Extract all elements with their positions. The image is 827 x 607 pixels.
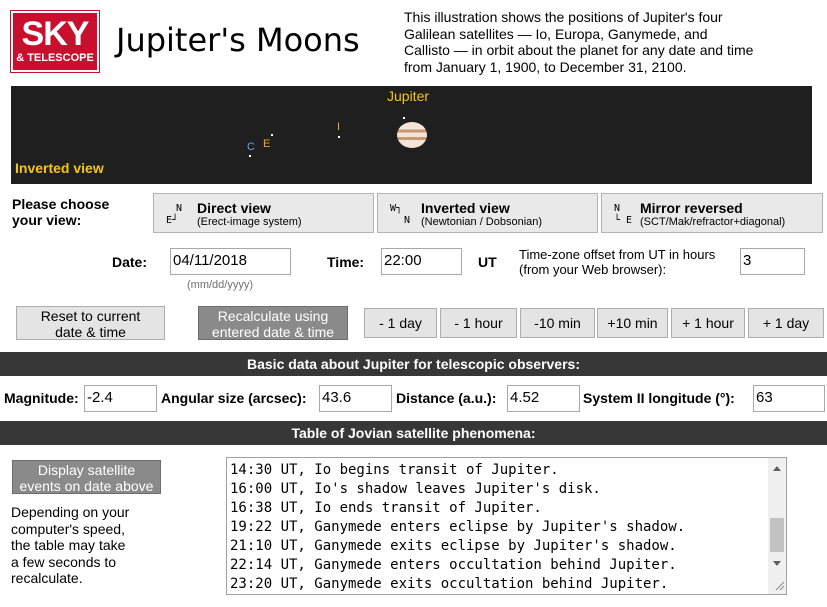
reset-button-line: date & time: [55, 324, 126, 340]
event-line: 22:14 UT, Ganymede enters occultation be…: [230, 557, 677, 573]
minus-1-hour-button[interactable]: - 1 hour: [440, 308, 517, 338]
callisto-dot: [249, 155, 251, 157]
recalculate-button[interactable]: Recalculate using entered date & time: [198, 306, 348, 340]
orientation-icon: W┐: [390, 203, 403, 214]
view-mode-label: Inverted view: [15, 160, 104, 176]
recalculate-button-line: Recalculate using: [217, 308, 329, 324]
distance-label: Distance (a.u.):: [396, 390, 497, 406]
orientation-icon: N: [404, 215, 411, 226]
jupiter-disk: [397, 122, 427, 148]
view-prompt-line: your view:: [12, 212, 82, 228]
inverted-view-title: Inverted view: [421, 200, 510, 216]
reset-button[interactable]: Reset to current date & time: [16, 306, 165, 340]
mirror-view-subtitle: (SCT/Mak/refractor+diagonal): [640, 216, 786, 228]
orientation-icon: N: [614, 203, 621, 214]
phenomena-textarea[interactable]: 14:30 UT, Io begins transit of Jupiter. …: [226, 457, 787, 595]
orientation-icon: └ E: [614, 215, 633, 226]
intro-line: This illustration shows the positions of…: [404, 9, 723, 25]
direct-view-title: Direct view: [197, 200, 271, 216]
intro-line: from January 1, 1900, to December 31, 21…: [404, 58, 687, 75]
orientation-icon: E┘: [166, 215, 179, 226]
display-events-line: Display satellite: [37, 462, 136, 478]
moon-dot: [403, 117, 405, 119]
logo-subtext: & TELESCOPE: [16, 52, 94, 64]
plus-1-hour-button[interactable]: + 1 hour: [671, 308, 745, 338]
display-events-button[interactable]: Display satellite events on date above: [12, 460, 161, 494]
direct-view-subtitle: (Erect-image system): [197, 216, 302, 228]
speed-note-line: the table may take: [11, 537, 126, 553]
event-line: 16:00 UT, Io's shadow leaves Jupiter's d…: [230, 481, 601, 497]
basic-data-heading: Basic data about Jupiter for telescopic …: [0, 352, 827, 376]
date-label: Date:: [112, 254, 148, 270]
europa-label: E: [263, 138, 271, 150]
inverted-view-button[interactable]: W┐ N Inverted view (Newtonian / Dobsonia…: [377, 193, 598, 233]
sky-telescope-logo: SKY & TELESCOPE: [10, 10, 100, 73]
intro-line: Callisto — in orbit about the planet for…: [404, 42, 754, 58]
time-field[interactable]: 22:00: [381, 248, 462, 275]
mirror-view-title: Mirror reversed: [640, 200, 743, 216]
plus-1-day-button[interactable]: + 1 day: [748, 308, 824, 338]
speed-note-line: Depending on your: [11, 504, 130, 520]
view-prompt-line: Please choose: [12, 196, 110, 212]
minus-1-day-button[interactable]: - 1 day: [364, 308, 437, 338]
intro-line: Galilean satellites — Io, Europa, Ganyme…: [404, 25, 708, 42]
orientation-icon: N: [176, 203, 183, 214]
speed-note-line: computer's speed,: [11, 520, 125, 537]
plus-10-min-button[interactable]: +10 min: [597, 308, 668, 338]
resize-grip-icon: [779, 585, 785, 591]
intro-text: This illustration shows the positions of…: [404, 9, 784, 75]
logo-text: SKY: [21, 15, 90, 53]
recalculate-button-line: entered date & time: [211, 324, 335, 340]
magnitude-label: Magnitude:: [4, 390, 79, 406]
scroll-up-icon[interactable]: [773, 466, 781, 471]
page-title: Jupiter's Moons: [116, 21, 360, 59]
event-line: 23:20 UT, Ganymede exits occultation beh…: [230, 576, 669, 592]
reset-button-line: Reset to current: [40, 308, 141, 324]
date-field[interactable]: 04/11/2018: [170, 248, 291, 275]
date-format-hint: (mm/dd/yyyy): [187, 279, 253, 291]
time-label: Time:: [327, 254, 365, 270]
resize-grip-icon[interactable]: [775, 581, 785, 591]
callisto-label: C: [247, 141, 255, 153]
longitude-field[interactable]: 63: [753, 385, 825, 412]
speed-note-line: a few seconds to: [11, 553, 117, 570]
events-scrollbar[interactable]: [768, 458, 786, 594]
direct-view-button[interactable]: N E┘ Direct view (Erect-image system): [153, 193, 374, 233]
longitude-label: System II longitude (°):: [583, 390, 735, 406]
timezone-note-line: Time-zone offset from UT in hours: [519, 247, 716, 262]
ut-label: UT: [478, 254, 497, 270]
jupiter-label: Jupiter: [387, 88, 430, 104]
event-line: 21:10 UT, Ganymede exits eclipse by Jupi…: [230, 538, 677, 554]
magnitude-field[interactable]: -2.4: [84, 385, 157, 412]
timezone-note: Time-zone offset from UT in hours (from …: [519, 247, 715, 277]
timezone-offset-field[interactable]: 3: [740, 248, 805, 275]
event-line: 19:22 UT, Ganymede enters eclipse by Jup…: [230, 519, 686, 535]
io-dot: [338, 136, 340, 138]
europa-dot: [271, 134, 273, 136]
inverted-view-subtitle: (Newtonian / Dobsonian): [421, 216, 543, 228]
speed-note-line: recalculate.: [11, 570, 83, 586]
events-list: 14:30 UT, Io begins transit of Jupiter. …: [230, 458, 766, 594]
timezone-note-line: (from your Web browser):: [519, 262, 667, 277]
angular-size-label: Angular size (arcsec):: [161, 390, 307, 406]
phenomena-heading: Table of Jovian satellite phenomena:: [0, 421, 827, 445]
mirror-reversed-button[interactable]: N └ E Mirror reversed (SCT/Mak/refractor…: [601, 193, 823, 233]
scroll-thumb[interactable]: [770, 518, 784, 552]
view-prompt: Please choose your view:: [12, 196, 109, 228]
event-line: 16:38 UT, Io ends transit of Jupiter.: [230, 500, 542, 516]
distance-field[interactable]: 4.52: [507, 385, 580, 412]
io-label: I: [337, 121, 341, 133]
minus-10-min-button[interactable]: -10 min: [520, 308, 595, 338]
angular-size-field[interactable]: 43.6: [319, 385, 392, 412]
event-line: 14:30 UT, Io begins transit of Jupiter.: [230, 462, 559, 478]
scroll-down-icon[interactable]: [773, 561, 781, 566]
display-events-line: events on date above: [19, 478, 154, 494]
speed-note: Depending on your computer's speed, the …: [11, 504, 129, 587]
jupiter-sky-view: Jupiter I E C Inverted view: [11, 86, 812, 184]
